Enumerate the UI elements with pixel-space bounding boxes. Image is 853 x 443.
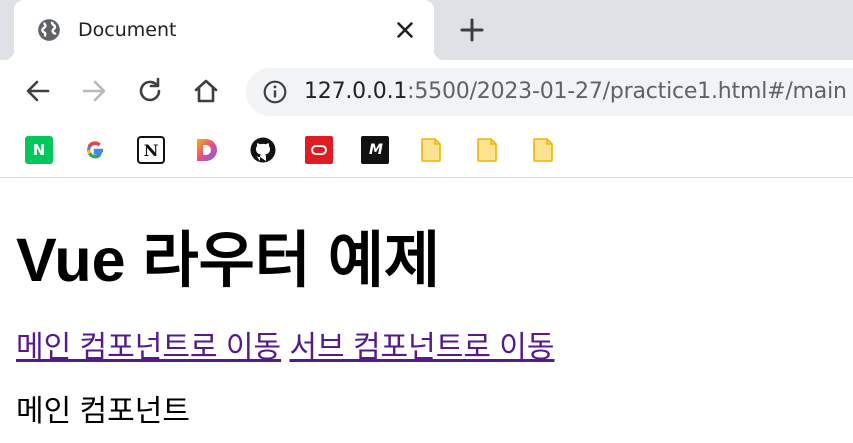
globe-icon: [38, 19, 60, 41]
naver-icon[interactable]: N: [25, 136, 53, 164]
home-icon[interactable]: [188, 73, 224, 109]
sub-component-link[interactable]: 서브 컴포넌트로 이동: [289, 331, 554, 364]
url-host: 127.0.0.1: [304, 79, 408, 104]
page-title: Vue 라우터 예제: [16, 226, 441, 294]
browser-tab[interactable]: Document: [4, 0, 444, 60]
close-icon[interactable]: [392, 17, 418, 43]
naver-glyph: N: [32, 141, 46, 159]
url-text[interactable]: 127.0.0.1:5500/2023-01-27/practice1.html…: [304, 78, 847, 106]
file-icon[interactable]: [529, 136, 557, 164]
bookmarks-bar: N N M: [0, 122, 853, 178]
plus-icon[interactable]: [456, 14, 488, 46]
tab-title: Document: [78, 19, 177, 41]
router-links: 메인 컴포넌트로 이동 서브 컴포넌트로 이동: [16, 330, 555, 366]
dribbble-d-icon[interactable]: [193, 136, 221, 164]
medium-glyph: M: [369, 142, 383, 158]
url-path: :5500/2023-01-27/practice1.html#/main: [407, 79, 847, 104]
medium-icon[interactable]: M: [361, 136, 389, 164]
oracle-ring: [311, 145, 327, 155]
reload-icon[interactable]: [132, 73, 168, 109]
main-component-link[interactable]: 메인 컴포넌트로 이동: [16, 331, 281, 364]
oracle-icon[interactable]: [305, 136, 333, 164]
info-icon[interactable]: [262, 79, 288, 105]
notion-icon[interactable]: N: [137, 136, 165, 164]
router-view-text: 메인 컴포넌트: [16, 395, 190, 428]
file-icon[interactable]: [417, 136, 445, 164]
file-icon[interactable]: [473, 136, 501, 164]
arrow-right-icon[interactable]: [76, 73, 112, 109]
browser-toolbar: 127.0.0.1:5500/2023-01-27/practice1.html…: [0, 60, 853, 122]
arrow-left-icon[interactable]: [20, 73, 56, 109]
google-icon[interactable]: [81, 136, 109, 164]
address-bar[interactable]: 127.0.0.1:5500/2023-01-27/practice1.html…: [246, 68, 853, 116]
tab-strip: Document: [0, 0, 853, 60]
github-icon[interactable]: [249, 136, 277, 164]
notion-glyph: N: [143, 140, 159, 160]
